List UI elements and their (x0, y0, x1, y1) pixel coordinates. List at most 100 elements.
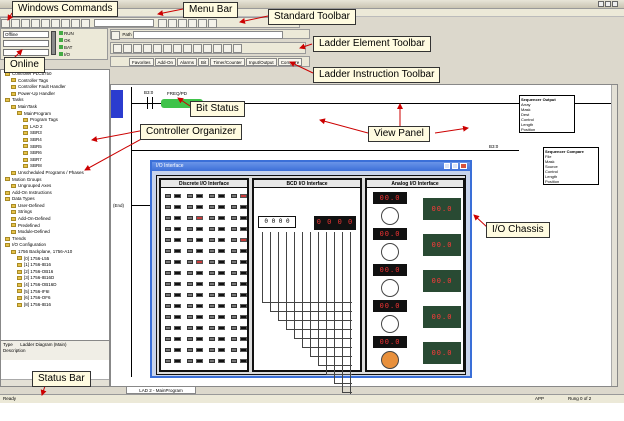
rung-selection-marker[interactable] (111, 90, 123, 118)
cut-icon[interactable] (41, 19, 50, 28)
organizer-item[interactable]: User-Defined (3, 203, 109, 210)
discrete-input-switch[interactable] (187, 205, 193, 209)
view-scrollbar[interactable] (611, 85, 617, 386)
discrete-input-switch[interactable] (165, 271, 171, 275)
organizer-item[interactable]: Power-Up Handler (3, 91, 109, 98)
discrete-input-switch[interactable] (209, 227, 215, 231)
organizer-item[interactable]: Trends (3, 236, 109, 243)
discrete-input-switch[interactable] (231, 359, 237, 363)
discrete-input-switch[interactable] (165, 359, 171, 363)
discrete-input-switch[interactable] (165, 304, 171, 308)
organizer-item[interactable]: MainProgram (3, 111, 109, 118)
organizer-item[interactable]: [2] 1756-OB16 (3, 269, 109, 276)
xic-icon[interactable] (143, 44, 152, 53)
path-input[interactable] (133, 31, 284, 39)
discrete-input-switch[interactable] (209, 194, 215, 198)
toolbar-dropdown[interactable] (94, 19, 155, 27)
organizer-item[interactable]: SBR4 (3, 137, 109, 144)
discrete-input-switch[interactable] (187, 337, 193, 341)
organizer-item[interactable]: Predefined (3, 223, 109, 230)
discrete-input-switch[interactable] (187, 260, 193, 264)
routine-tab[interactable]: LAD 2 - MainProgram (126, 386, 196, 394)
organizer-item[interactable]: [0] 1756-L55 (3, 256, 109, 263)
organizer-item[interactable]: Strings (3, 209, 109, 216)
discrete-input-switch[interactable] (231, 249, 237, 253)
discrete-input-switch[interactable] (165, 326, 171, 330)
forces-select[interactable] (3, 40, 49, 47)
tab-favorites[interactable]: Favorites (129, 58, 154, 66)
discrete-input-switch[interactable] (209, 282, 215, 286)
bcd-thumbwheel[interactable]: 0 0 0 0 (258, 216, 296, 228)
window-controls[interactable] (598, 1, 620, 8)
analog-knob-icon[interactable] (381, 279, 399, 297)
discrete-input-switch[interactable] (209, 271, 215, 275)
discrete-input-switch[interactable] (209, 249, 215, 253)
discrete-input-switch[interactable] (231, 304, 237, 308)
branch-level-icon[interactable] (133, 44, 142, 53)
close-icon[interactable] (612, 1, 618, 7)
discrete-input-switch[interactable] (209, 260, 215, 264)
io-close-icon[interactable] (460, 163, 467, 169)
discrete-input-switch[interactable] (165, 282, 171, 286)
discrete-input-switch[interactable] (187, 359, 193, 363)
discrete-input-switch[interactable] (209, 326, 215, 330)
discrete-input-switch[interactable] (165, 249, 171, 253)
edits-select[interactable] (3, 49, 49, 56)
organizer-item[interactable]: SBR3 (3, 130, 109, 137)
organizer-item[interactable]: [3] 1756-IB16D (3, 275, 109, 282)
zoom-in-icon[interactable] (197, 19, 207, 28)
rung-icon[interactable] (113, 44, 122, 53)
organizer-item[interactable]: Controller Tags (3, 78, 109, 85)
discrete-input-switch[interactable] (187, 216, 193, 220)
discrete-input-switch[interactable] (165, 348, 171, 352)
discrete-input-switch[interactable] (209, 315, 215, 319)
discrete-input-switch[interactable] (209, 293, 215, 297)
analog-knob-icon[interactable] (381, 243, 399, 261)
analog-knob-icon[interactable] (381, 207, 399, 225)
minimize-icon[interactable] (598, 1, 604, 7)
discrete-input-switch[interactable] (187, 194, 193, 198)
organizer-item[interactable]: SBR5 (3, 144, 109, 151)
discrete-input-switch[interactable] (187, 282, 193, 286)
tab-right-icon[interactable] (233, 44, 242, 53)
osf-icon[interactable] (213, 44, 222, 53)
tab-bit[interactable]: Bit (198, 58, 210, 66)
organizer-item[interactable]: SBR6 (3, 150, 109, 157)
path-icon[interactable] (111, 31, 120, 40)
discrete-input-switch[interactable] (231, 293, 237, 297)
discrete-input-switch[interactable] (231, 216, 237, 220)
discrete-input-switch[interactable] (231, 260, 237, 264)
organizer-item[interactable]: Motion Groups (3, 177, 109, 184)
io-maximize-icon[interactable] (452, 163, 458, 169)
analog-knob-icon[interactable] (381, 315, 399, 333)
discrete-input-switch[interactable] (187, 315, 193, 319)
properties-icon[interactable] (187, 19, 197, 28)
tab-alarms[interactable]: Alarms (177, 58, 198, 66)
xio-icon[interactable] (153, 44, 162, 53)
io-interface-window[interactable]: I/O Interface Discrete I/O Interface BCD… (150, 160, 472, 402)
discrete-input-switch[interactable] (165, 260, 171, 264)
organizer-item[interactable]: Add-On Instructions (3, 190, 109, 197)
discrete-input-switch[interactable] (209, 238, 215, 242)
io-minimize-icon[interactable] (444, 163, 450, 169)
branch-icon[interactable] (123, 44, 132, 53)
discrete-input-switch[interactable] (209, 359, 215, 363)
discrete-input-switch[interactable] (187, 293, 193, 297)
discrete-input-switch[interactable] (165, 194, 171, 198)
discrete-input-switch[interactable] (231, 326, 237, 330)
discrete-input-switch[interactable] (165, 293, 171, 297)
discrete-input-switch[interactable] (231, 271, 237, 275)
tab-compare[interactable]: Compare (277, 58, 303, 66)
organizer-item[interactable]: Data Types (3, 196, 109, 203)
organizer-item[interactable]: [8] 1756-IB16 (3, 302, 109, 309)
discrete-input-switch[interactable] (165, 337, 171, 341)
discrete-input-switch[interactable] (165, 205, 171, 209)
discrete-input-switch[interactable] (187, 227, 193, 231)
discrete-input-switch[interactable] (209, 348, 215, 352)
organizer-item[interactable]: 1756 Backplane, 1756-A10 (3, 249, 109, 256)
discrete-input-switch[interactable] (165, 315, 171, 319)
organizer-item[interactable]: Unscheduled Programs / Phases (3, 170, 109, 177)
tab-input-output[interactable]: Input/Output (245, 58, 277, 66)
organizer-item[interactable]: Add-On-Defined (3, 216, 109, 223)
organizer-item[interactable]: Ungrouped Axes (3, 183, 109, 190)
